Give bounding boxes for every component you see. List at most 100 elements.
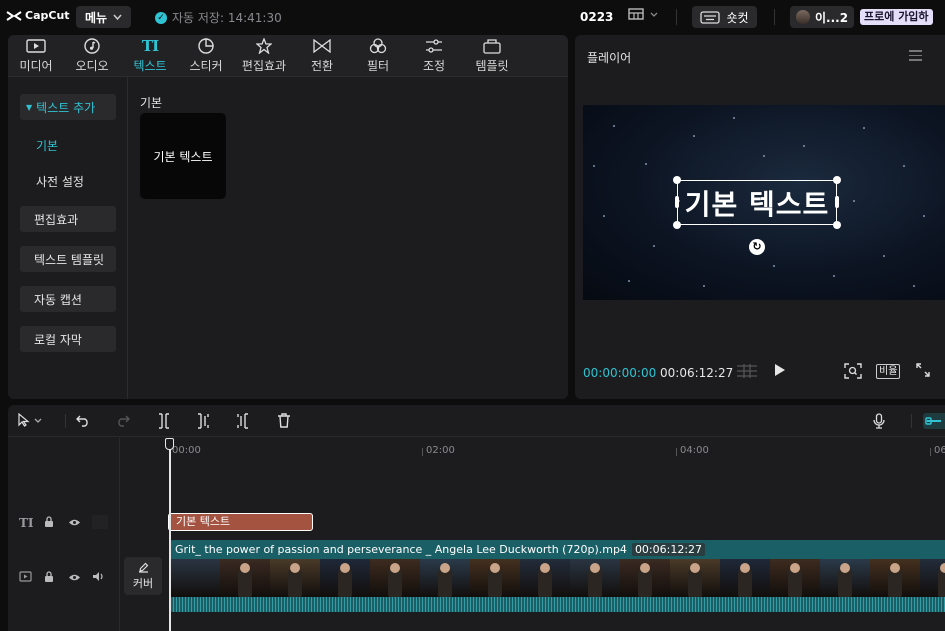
tab-text[interactable]: TI 텍스트 [124, 35, 176, 77]
lock-icon[interactable] [44, 516, 54, 531]
eye-icon[interactable] [68, 572, 81, 585]
clip-thumbnails [170, 559, 945, 597]
tab-filter[interactable]: 필터 [352, 35, 404, 77]
preview-canvas[interactable]: 기본 텍스트 ↻ [583, 105, 945, 300]
default-text-card[interactable]: 기본 텍스트 [140, 113, 226, 199]
resize-handle[interactable] [833, 221, 841, 229]
video-clip[interactable]: Grit_ the power of passion and persevera… [170, 540, 945, 612]
lock-icon[interactable] [44, 571, 54, 586]
speaker-icon[interactable] [92, 571, 105, 585]
resize-handle[interactable] [835, 196, 839, 208]
menu-button[interactable]: 메뉴 [76, 6, 131, 28]
timeline-grid-icon[interactable] [736, 363, 758, 382]
capcut-logo: CapCut [6, 9, 70, 22]
sidebar-item-label: 편집효과 [34, 212, 79, 227]
ruler-label: 06 [934, 445, 945, 456]
section-title: 기본 [140, 96, 163, 110]
tab-transition[interactable]: 전환 [296, 35, 348, 77]
tab-label: 조정 [422, 59, 446, 73]
asset-panel: 미디어 오디오 TI 텍스트 스티커 편집효과 전환 필터 조정 템플릿 ▼ 텍… [8, 35, 568, 399]
shortcut-label: 숏컷 [726, 10, 749, 25]
fit-screen-icon[interactable] [844, 363, 862, 382]
shortcut-button[interactable]: 숏컷 [692, 6, 757, 28]
eye-icon[interactable] [68, 517, 81, 530]
sidebar-item-auto-captions[interactable]: 자동 캡션 [20, 286, 116, 312]
resize-handle[interactable] [675, 196, 679, 208]
timeline-ruler[interactable]: 00:00 02:00 04:00 06 [120, 438, 945, 462]
sidebar-item-presets[interactable]: 사전 설정 [36, 173, 84, 190]
delete-icon[interactable] [277, 413, 291, 432]
clip-thumbnail [670, 559, 720, 597]
tab-effects[interactable]: 편집효과 [236, 35, 292, 77]
clip-thumbnail [570, 559, 620, 597]
text-clip[interactable]: 기본 텍스트 [168, 513, 313, 531]
divider [911, 414, 912, 428]
total-time: 00:06:12:27 [660, 366, 734, 380]
sidebar-item-effects[interactable]: 편집효과 [20, 206, 116, 232]
autosave-text: 자동 저장: 14:41:30 [172, 11, 282, 25]
resize-handle[interactable] [673, 221, 681, 229]
sidebar-item-label: 텍스트 템플릿 [34, 252, 105, 267]
tab-media[interactable]: 미디어 [10, 35, 62, 77]
tab-audio[interactable]: 오디오 [66, 35, 118, 77]
tab-label: 전환 [310, 59, 334, 73]
clip-thumbnail [770, 559, 820, 597]
sidebar-item-basic[interactable]: 기본 [36, 137, 58, 154]
tab-template[interactable]: 템플릿 [466, 35, 518, 77]
card-label: 기본 텍스트 [153, 149, 213, 164]
capcut-logo-icon [6, 10, 22, 21]
ruler-tick [930, 448, 931, 456]
split-icon[interactable] [157, 413, 171, 433]
playhead[interactable] [169, 438, 171, 631]
divider [676, 9, 677, 25]
ruler-label: 00:00 [172, 445, 201, 456]
rotate-icon[interactable]: ↻ [749, 239, 765, 255]
cursor-icon [18, 413, 30, 427]
aspect-ratio-button[interactable]: 비율 [876, 364, 901, 379]
text-track-icon: TI [19, 516, 34, 530]
clip-duration: 00:06:12:27 [631, 543, 706, 556]
divider [65, 414, 66, 428]
text-overlay-box[interactable]: 기본 텍스트 [673, 176, 841, 229]
resize-handle[interactable] [673, 176, 681, 184]
trim-left-icon[interactable] [196, 413, 210, 433]
link-icon [925, 417, 941, 425]
trim-right-icon[interactable] [236, 413, 250, 433]
sidebar-item-label: 자동 캡션 [34, 292, 82, 307]
transition-icon [313, 39, 331, 53]
tab-sticker[interactable]: 스티커 [180, 35, 232, 77]
adjust-icon [426, 39, 442, 53]
account-button[interactable]: 이...2 [790, 6, 855, 28]
playhead-handle[interactable] [165, 438, 174, 450]
player-title: 플레이어 [587, 51, 632, 65]
ruler-label: 02:00 [426, 445, 455, 456]
timeline-toolbar [8, 405, 945, 437]
sidebar-item-text-template[interactable]: 텍스트 템플릿 [20, 246, 116, 272]
layout-button[interactable] [628, 8, 658, 20]
link-toggle[interactable] [923, 413, 945, 429]
pencil-icon [138, 562, 148, 573]
chevron-down-icon [113, 14, 122, 20]
sidebar-item-add-text[interactable]: ▼ 텍스트 추가 [20, 94, 116, 120]
media-icon [26, 39, 46, 53]
clip-filename: Grit_ the power of passion and persevera… [175, 543, 627, 556]
clip-thumbnail [470, 559, 520, 597]
text-overlay[interactable]: 기본 텍스트 [678, 181, 836, 224]
sidebar-item-local-captions[interactable]: 로컬 자막 [20, 326, 116, 352]
menu-label: 메뉴 [84, 10, 108, 25]
project-name[interactable]: 0223 [580, 10, 613, 24]
cover-button[interactable]: 커버 [124, 557, 162, 595]
hamburger-menu-icon[interactable] [909, 50, 922, 64]
play-icon[interactable] [774, 363, 786, 380]
undo-icon[interactable] [76, 413, 90, 431]
timeline-panel: 00:00 02:00 04:00 06 TI 커버 기본 텍스트 Grit_ … [8, 405, 945, 631]
fullscreen-icon[interactable] [916, 363, 930, 380]
tab-adjust[interactable]: 조정 [408, 35, 460, 77]
select-tool[interactable] [18, 413, 42, 427]
redo-icon[interactable] [116, 413, 130, 431]
caret-down-icon: ▼ [26, 102, 33, 112]
text-clip-label: 기본 텍스트 [176, 515, 231, 528]
resize-handle[interactable] [833, 176, 841, 184]
pro-signup-button[interactable]: 프로에 가입하 [860, 9, 933, 25]
microphone-icon[interactable] [873, 413, 885, 433]
